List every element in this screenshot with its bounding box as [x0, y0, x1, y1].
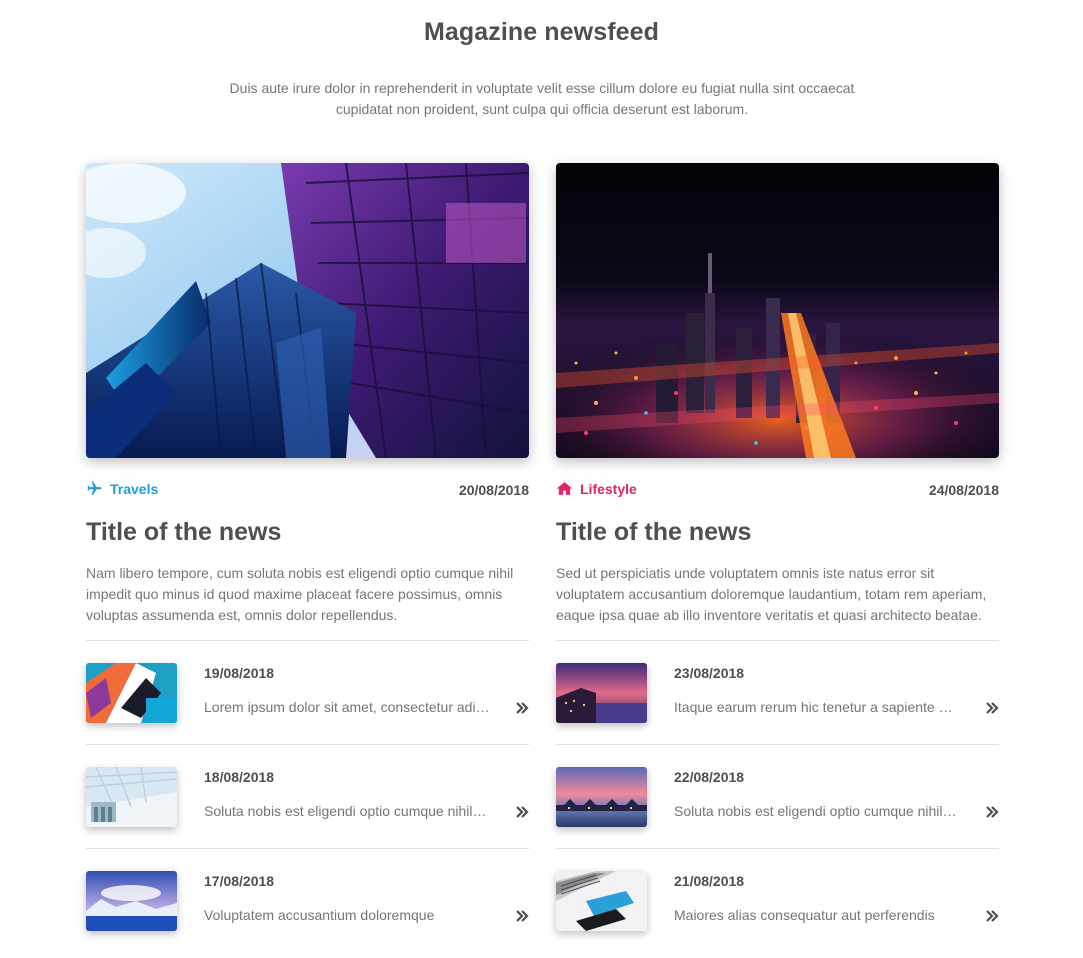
meta-row: Travels 20/08/2018: [86, 478, 529, 508]
thumbnail-image[interactable]: [556, 663, 647, 723]
post-date: 24/08/2018: [928, 482, 999, 498]
meta-row: Lifestyle 24/08/2018: [556, 478, 999, 508]
list-item[interactable]: 23/08/2018 Itaque earum rerum hic tenetu…: [556, 641, 999, 745]
page-intro: Duis aute irure dolor in reprehenderit i…: [229, 80, 855, 117]
double-chevron-right-icon[interactable]: [985, 701, 999, 715]
news-column-travels: Travels 20/08/2018 Title of the news Nam…: [86, 163, 529, 953]
double-chevron-right-icon[interactable]: [515, 909, 529, 923]
item-date: 18/08/2018: [204, 769, 275, 785]
news-title[interactable]: Title of the news: [556, 515, 999, 549]
category-travels[interactable]: Travels: [86, 480, 158, 497]
item-date: 23/08/2018: [674, 665, 745, 681]
item-title[interactable]: Soluta nobis est eligendi optio cumque n…: [674, 803, 960, 819]
page-title: Magazine newsfeed: [423, 18, 660, 46]
thumbnail-image[interactable]: [556, 871, 647, 931]
category-label: Travels: [110, 480, 159, 497]
news-column-lifestyle: Lifestyle 24/08/2018 Title of the news S…: [556, 163, 999, 953]
item-date: 21/08/2018: [674, 873, 745, 889]
category-lifestyle[interactable]: Lifestyle: [556, 480, 637, 497]
item-title[interactable]: Soluta nobis est eligendi optio cumque n…: [204, 803, 490, 819]
item-title[interactable]: Itaque earum rerum hic tenetur a sapient…: [674, 699, 960, 715]
double-chevron-right-icon[interactable]: [515, 701, 529, 715]
thumbnail-image[interactable]: [86, 767, 177, 827]
thumbnail-image[interactable]: [86, 663, 177, 723]
item-title[interactable]: Voluptatem accusantium doloremque: [204, 907, 490, 923]
item-date: 17/08/2018: [204, 873, 275, 889]
thumbnail-image[interactable]: [556, 767, 647, 827]
plane-icon: [86, 480, 103, 497]
home-icon: [556, 480, 573, 497]
list-item[interactable]: 19/08/2018 Lorem ipsum dolor sit amet, c…: [86, 641, 529, 745]
post-date: 20/08/2018: [458, 482, 529, 498]
item-title[interactable]: Lorem ipsum dolor sit amet, consectetur …: [204, 699, 490, 715]
thumbnail-image[interactable]: [86, 871, 177, 931]
item-date: 19/08/2018: [204, 665, 275, 681]
list-item[interactable]: 22/08/2018 Soluta nobis est eligendi opt…: [556, 745, 999, 849]
news-title[interactable]: Title of the news: [86, 515, 529, 549]
list-item[interactable]: 18/08/2018 Soluta nobis est eligendi opt…: [86, 745, 529, 849]
double-chevron-right-icon[interactable]: [985, 909, 999, 923]
category-label: Lifestyle: [580, 480, 637, 497]
list-item[interactable]: 21/08/2018 Maiores alias consequatur aut…: [556, 849, 999, 953]
item-title[interactable]: Maiores alias consequatur aut perferendi…: [674, 907, 960, 923]
double-chevron-right-icon[interactable]: [985, 805, 999, 819]
list-item[interactable]: 17/08/2018 Voluptatem accusantium dolore…: [86, 849, 529, 953]
news-excerpt: Nam libero tempore, cum soluta nobis est…: [86, 565, 514, 623]
news-excerpt: Sed ut perspiciatis unde voluptatem omni…: [556, 565, 987, 623]
hero-image-city-night[interactable]: [556, 163, 999, 458]
double-chevron-right-icon[interactable]: [515, 805, 529, 819]
item-date: 22/08/2018: [674, 769, 745, 785]
hero-image-skyscrapers[interactable]: [86, 163, 529, 458]
